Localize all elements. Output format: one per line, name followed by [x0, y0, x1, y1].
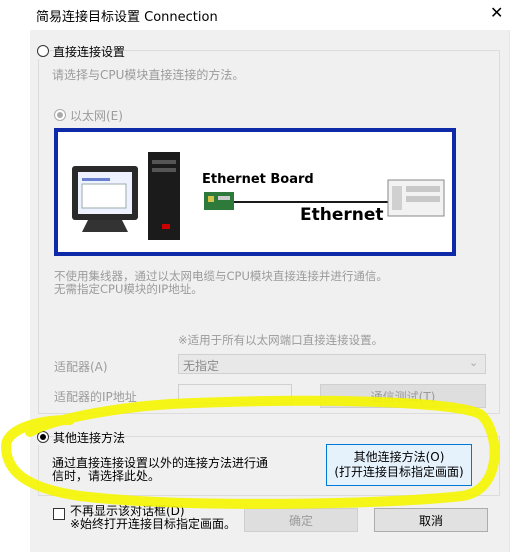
communication-test-button: 通信测试(T)	[320, 384, 486, 408]
direct-description: 请选择与CPU模块直接连接的方法。	[52, 68, 245, 82]
chevron-down-icon: ⌄	[469, 356, 479, 369]
other-radio-row[interactable]: 其他连接方法	[32, 429, 125, 445]
board-label: Ethernet Board	[202, 172, 314, 187]
adapter-select: 无指定 ⌄	[178, 354, 486, 374]
adapter-ip-label: 适配器的IP地址	[54, 390, 137, 404]
adapter-label: 适配器(A)	[54, 360, 108, 374]
close-icon[interactable]: ✕	[490, 3, 503, 22]
applies-note: ※适用于所有以太网端口直接连接设置。	[178, 333, 384, 347]
ok-button: 确定	[244, 508, 358, 532]
direct-radio[interactable]	[37, 45, 49, 57]
adapter-value: 无指定	[183, 359, 220, 373]
other-radio[interactable]	[37, 431, 49, 443]
cancel-button[interactable]: 取消	[374, 508, 488, 532]
direct-radio-row[interactable]: 直接连接设置	[32, 43, 125, 59]
window-edge	[509, 30, 510, 552]
no-show-note: ※始终打开连接目标指定画面。	[70, 517, 237, 531]
pc-ethernet-illustration	[72, 152, 445, 240]
direct-label: 直接连接设置	[53, 45, 126, 59]
ethernet-label: 以太网(E)	[70, 109, 123, 123]
diagram-canvas	[58, 132, 452, 252]
adapter-ip-field	[178, 384, 292, 404]
ethernet-network-label: Ethernet	[300, 205, 384, 225]
no-show-checkbox[interactable]	[53, 508, 65, 520]
window-title: 简易连接目标设置 Connection	[36, 10, 218, 25]
other-connection-button[interactable]: 其他连接方法(O) (打开连接目标指定画面)	[326, 444, 472, 486]
direct-note: 不使用集线器，通过以太网电缆与CPU模块直接连接并进行通信。 无需指定CPU模块…	[54, 269, 388, 296]
ethernet-radio	[54, 109, 66, 121]
other-label: 其他连接方法	[53, 431, 126, 445]
other-description: 通过直接连接设置以外的连接方法进行通 信时，请选择此处。	[52, 456, 269, 483]
